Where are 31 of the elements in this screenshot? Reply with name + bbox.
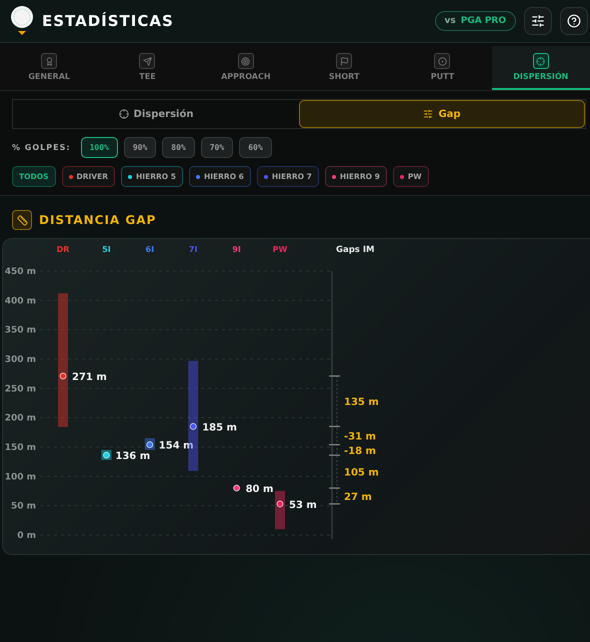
y-axis-label: 100 m [4, 472, 36, 482]
value-label: 53 m [289, 500, 317, 511]
value-label: 271 m [72, 372, 107, 384]
y-axis-label: 400 m [4, 296, 36, 306]
value-label: 185 m [202, 422, 237, 434]
gap-label: -18 m [344, 446, 376, 457]
section-title: DISTANCIA GAP [39, 213, 156, 227]
club-label: 6I [146, 245, 154, 254]
y-axis-label: 250 m [4, 384, 36, 394]
gap-label: -31 m [344, 432, 376, 443]
club-label: 7I [188, 245, 198, 254]
gap-label: 135 m [344, 397, 379, 408]
club-label: PW [272, 245, 288, 254]
value-label: 80 m [246, 484, 274, 496]
y-axis-label: 200 m [4, 414, 36, 424]
y-axis-label: 450 m [4, 267, 36, 277]
gap-label: 27 m [344, 492, 372, 503]
value-label: 136 m [115, 451, 150, 462]
y-axis-label: 350 m [4, 326, 36, 336]
gaps-title: Gaps IM [336, 245, 374, 255]
y-axis-label: 300 m [4, 355, 36, 365]
club-label: DR [56, 245, 70, 254]
filter-label: % GOLPES: [12, 143, 71, 152]
page-title: ESTADÍSTICAS [42, 12, 175, 30]
value-label: 154 m [158, 440, 194, 452]
y-axis-label: 0 m [17, 531, 36, 541]
y-axis-label: 150 m [4, 443, 36, 453]
y-axis-label: 50 m [10, 502, 36, 512]
club-label: 9I [232, 245, 241, 254]
club-label: 5I [102, 245, 111, 254]
gap-label: 105 m [344, 468, 379, 479]
